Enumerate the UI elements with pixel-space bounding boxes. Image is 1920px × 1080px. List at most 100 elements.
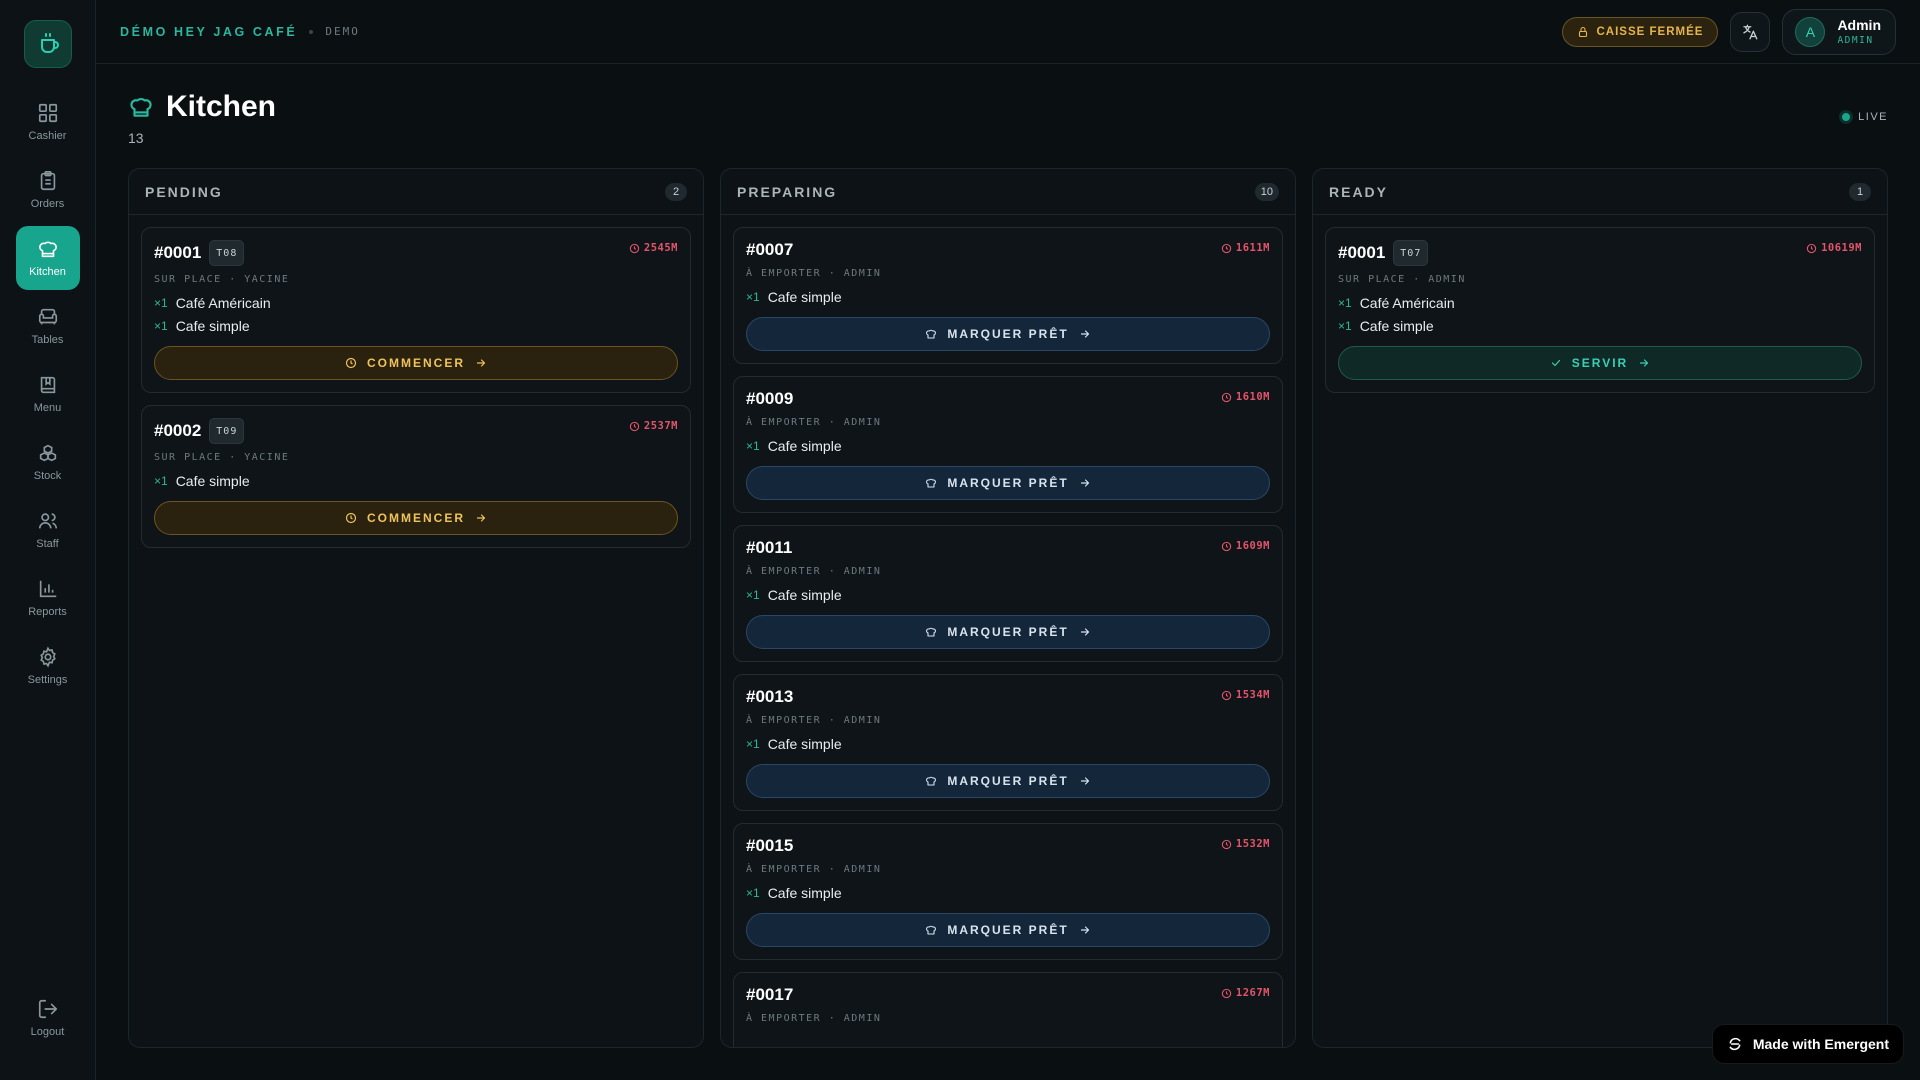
button-label: MARQUER PRÊT (947, 774, 1069, 788)
order-card: #0001 T08 2545M SUR PLACE · YACINE ×1 Caf… (141, 227, 691, 393)
timer-value: 1610M (1235, 391, 1270, 403)
mark-ready-button[interactable]: MARQUER PRÊT (746, 317, 1270, 351)
order-meta: À EMPORTER · ADMIN (746, 417, 882, 428)
arrow-right-icon (476, 359, 486, 367)
item-qty: ×1 (746, 737, 760, 751)
arrow-right-icon (1080, 330, 1089, 338)
timer-value: 10619M (1821, 242, 1862, 254)
timer-value: 2545M (643, 242, 678, 254)
column-title: READY (1329, 183, 1389, 200)
timer-value: 1532M (1235, 838, 1270, 850)
grid-icon (38, 103, 57, 123)
list-item: ×1 Café Américain (1338, 295, 1862, 311)
clock-icon (629, 243, 640, 253)
arrow-right-icon (1080, 926, 1089, 934)
order-card: #0011 1609M À EMPORTER · ADMIN ×1 Cafe si… (733, 525, 1283, 662)
list-item: ×1 Cafe simple (746, 438, 1270, 454)
sidebar-item-cashier[interactable]: Cashier (16, 90, 80, 154)
chef-hat-icon (926, 925, 937, 935)
order-items: ×1 Cafe simple (746, 885, 1270, 901)
column-title: PENDING (145, 183, 223, 200)
timer-value: 1609M (1235, 540, 1270, 552)
item-qty: ×1 (746, 290, 760, 304)
sidebar-item-label: Staff (36, 538, 59, 550)
sidebar-item-kitchen[interactable]: Kitchen (15, 226, 80, 290)
column-pending: PENDING 2 #0001 T08 2545M SUR PLACE · YA… (128, 168, 704, 1048)
made-with-badge[interactable]: Made with Emergent (1711, 1024, 1904, 1064)
sidebar-item-settings[interactable]: Settings (16, 634, 80, 698)
mark-ready-button[interactable]: MARQUER PRÊT (746, 913, 1270, 947)
start-order-button[interactable]: COMMENCER (154, 346, 678, 380)
mark-ready-button[interactable]: MARQUER PRÊT (746, 466, 1270, 500)
order-card: #0007 1611M À EMPORTER · ADMIN ×1 Cafe si… (733, 227, 1283, 364)
logout-button[interactable]: Logout (16, 986, 80, 1050)
page-title: Kitchen (166, 90, 277, 123)
sidebar-item-reports[interactable]: Reports (16, 566, 80, 630)
sidebar-nav: Cashier Orders Kitchen Tables Menu Stock… (15, 90, 80, 698)
order-number: #0001 (1338, 243, 1386, 262)
column-count-badge: 10 (1254, 182, 1279, 201)
sidebar-item-staff[interactable]: Staff (16, 498, 80, 562)
button-label: COMMENCER (367, 511, 465, 525)
gear-icon (39, 646, 56, 668)
translate-icon (1743, 24, 1758, 39)
sidebar-item-label: Settings (27, 674, 68, 686)
chef-hat-icon (926, 627, 937, 637)
sidebar-item-orders[interactable]: Orders (16, 158, 80, 222)
order-number: #0009 (746, 389, 794, 408)
order-card: #0009 1610M À EMPORTER · ADMIN ×1 Cafe si… (733, 376, 1283, 513)
order-items: ×1 Cafe simple (746, 289, 1270, 305)
emergent-logo-icon (1729, 1037, 1741, 1051)
clock-icon (1806, 243, 1817, 253)
live-dot (1842, 113, 1851, 121)
user-menu[interactable]: A Admin ADMIN (1782, 8, 1896, 55)
language-button[interactable] (1730, 11, 1771, 52)
arrow-right-icon (1080, 479, 1089, 487)
table-badge: T07 (1393, 240, 1429, 266)
logout-label: Logout (30, 1026, 65, 1038)
serve-button[interactable]: SERVIR (1338, 346, 1862, 380)
item-qty: ×1 (154, 474, 168, 488)
item-name: Cafe simple (767, 587, 842, 603)
table-badge: T08 (209, 240, 245, 266)
order-items: ×1 Café Américain ×1 Cafe simple (1338, 295, 1862, 334)
brand-name: DÉMO HEY JAG CAFÉ (120, 24, 298, 39)
order-number: #0001 (154, 243, 202, 262)
order-timer: 1611M (1221, 242, 1270, 254)
armchair-icon (38, 308, 57, 325)
app-logo[interactable] (23, 20, 72, 68)
register-status-label: CAISSE FERMÉE (1596, 25, 1704, 38)
order-timer: 2537M (629, 420, 678, 432)
sidebar-item-stock[interactable]: Stock (16, 430, 80, 494)
column-preparing: PREPARING 10 #0007 1611M À EMPORTER · AD… (720, 168, 1296, 1048)
sidebar-item-menu[interactable]: Menu (16, 362, 80, 426)
item-name: Café Américain (175, 295, 271, 311)
order-timer: 1534M (1221, 689, 1270, 701)
sidebar-item-label: Orders (30, 198, 65, 210)
list-item: ×1 Cafe simple (1338, 318, 1862, 334)
top-header: DÉMO HEY JAG CAFÉ DEMO CAISSE FERMÉE A A… (96, 0, 1920, 64)
item-name: Cafe simple (175, 473, 250, 489)
sidebar: Cashier Orders Kitchen Tables Menu Stock… (0, 0, 96, 1080)
order-card: #0002 T09 2537M SUR PLACE · YACINE ×1 Caf… (141, 405, 691, 548)
separator-dot (309, 29, 314, 34)
button-label: MARQUER PRÊT (947, 923, 1069, 937)
mark-ready-button[interactable]: MARQUER PRÊT (746, 764, 1270, 798)
timer-value: 2537M (643, 420, 678, 432)
button-label: MARQUER PRÊT (947, 476, 1069, 490)
coffee-cup-icon (40, 33, 59, 53)
item-name: Cafe simple (767, 289, 842, 305)
mark-ready-button[interactable]: MARQUER PRÊT (746, 615, 1270, 649)
sidebar-item-label: Cashier (28, 130, 67, 142)
order-timer: 10619M (1806, 242, 1862, 254)
start-order-button[interactable]: COMMENCER (154, 501, 678, 535)
order-number: #0002 (154, 421, 202, 440)
chef-hat-icon (926, 776, 937, 786)
register-status-button[interactable]: CAISSE FERMÉE (1561, 16, 1719, 47)
live-indicator: LIVE (1842, 111, 1888, 123)
list-item: ×1 Cafe simple (154, 318, 678, 334)
made-with-label: Made with Emergent (1752, 1036, 1889, 1052)
sidebar-item-tables[interactable]: Tables (16, 294, 80, 358)
clock-icon (1221, 392, 1232, 402)
list-item: ×1 Cafe simple (746, 736, 1270, 752)
